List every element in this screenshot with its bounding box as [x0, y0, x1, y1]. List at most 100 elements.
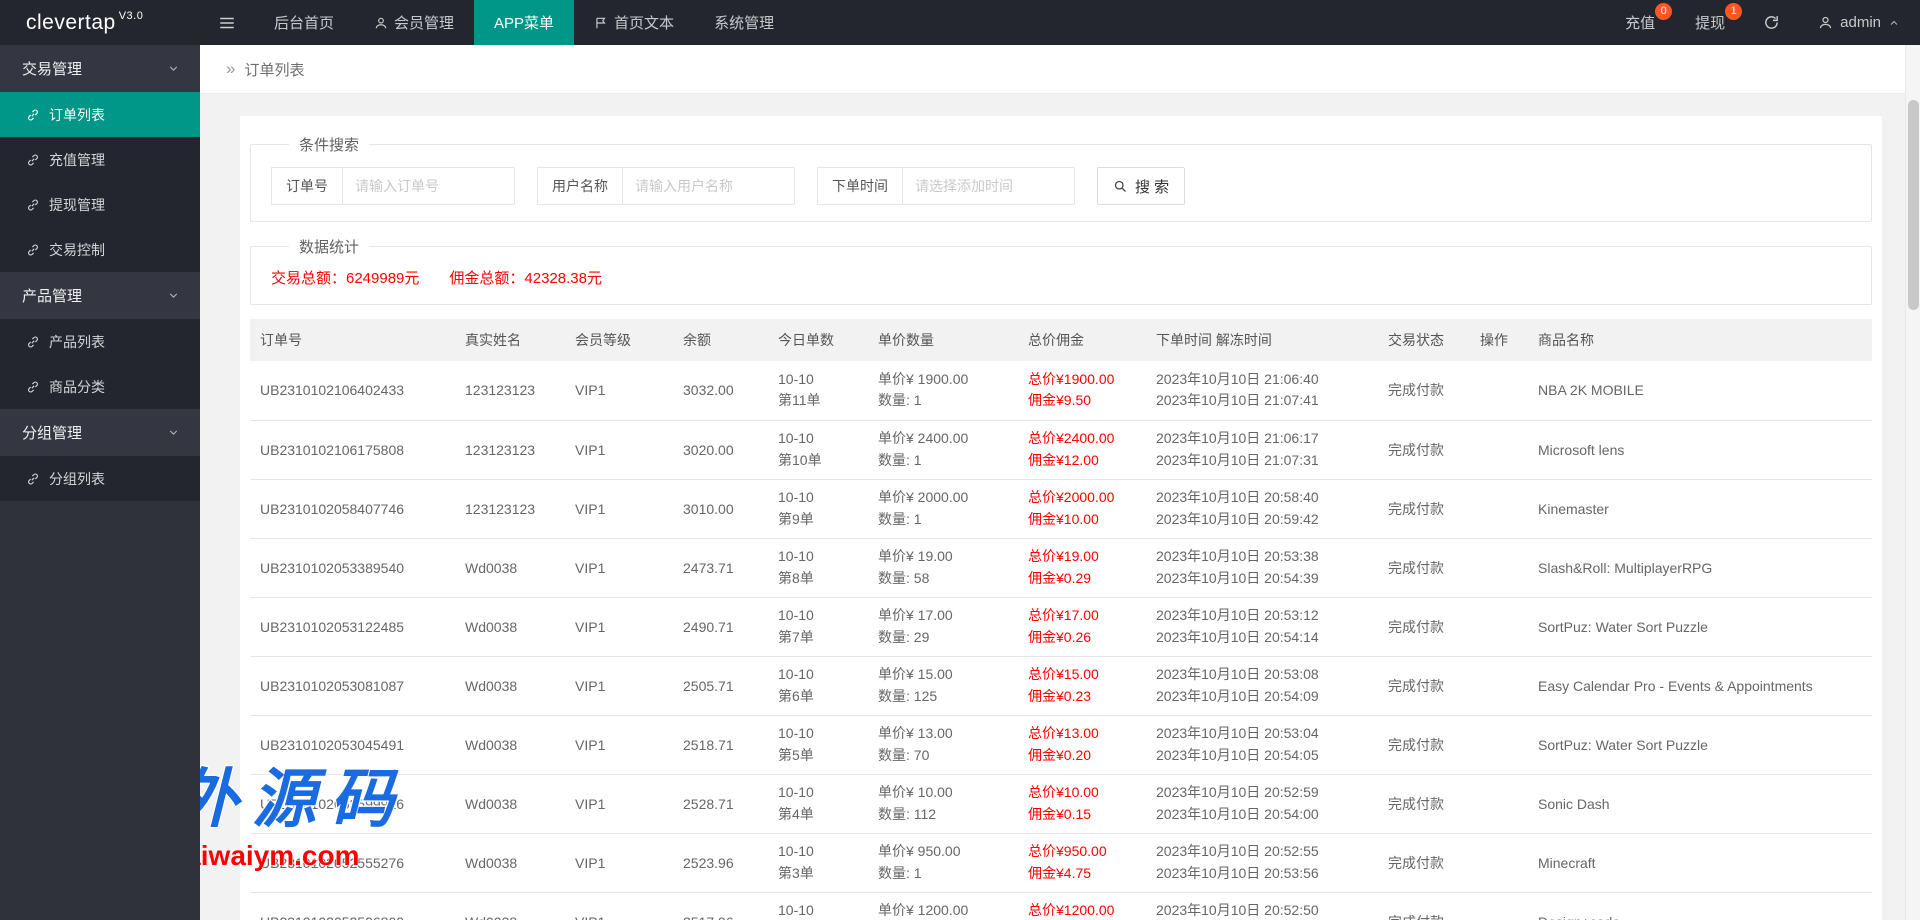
cell-today-orders: 10-10 第5单: [768, 715, 868, 774]
unit-price: 单价¥ 1900.00: [878, 369, 1008, 391]
sidebar-group-label: 交易管理: [22, 58, 82, 79]
hamburger-icon: [218, 14, 236, 32]
column-header-real-name: 真实姓名: [455, 319, 565, 361]
stats-row: 交易总额：6249989元 佣金总额：42328.38元: [271, 267, 1851, 288]
nav-item-system[interactable]: 系统管理: [694, 0, 794, 45]
sidebar-item-withdraw-mgmt[interactable]: 提现管理: [0, 182, 200, 227]
order-no-input[interactable]: [343, 167, 515, 205]
user-name-field: 用户名称: [537, 167, 795, 205]
sidebar-item-recharge-mgmt[interactable]: 充值管理: [0, 137, 200, 182]
scrollbar[interactable]: [1905, 45, 1920, 920]
link-icon: [26, 198, 40, 212]
cell-product: Slash&Roll: MultiplayerRPG: [1528, 538, 1872, 597]
cell-unit-qty: 单价¥ 19.00 数量: 58: [868, 538, 1018, 597]
cell-order-no: UB2310102053122485: [250, 597, 455, 656]
top-nav: 后台首页 会员管理 APP菜单 首页文本 系统管理: [254, 0, 794, 45]
sidebar-item-order-list[interactable]: 订单列表: [0, 92, 200, 137]
sidebar-item-group-list[interactable]: 分组列表: [0, 456, 200, 501]
cell-actions: [1470, 774, 1528, 833]
total-price: 总价¥13.00: [1028, 723, 1136, 745]
commission: 佣金¥0.15: [1028, 804, 1136, 826]
user-menu[interactable]: admin: [1798, 0, 1920, 45]
unit-price: 单价¥ 17.00: [878, 605, 1008, 627]
breadcrumb-current: 订单列表: [244, 59, 304, 80]
cell-balance: 3010.00: [673, 479, 768, 538]
cell-real-name: Wd0038: [455, 892, 565, 920]
cell-unit-qty: 单价¥ 1200.00 数量: 1: [868, 892, 1018, 920]
sidebar-item-goods-category[interactable]: 商品分类: [0, 364, 200, 409]
cell-actions: [1470, 597, 1528, 656]
total-price: 总价¥19.00: [1028, 546, 1136, 568]
table-row: UB2310102106175808 123123123 VIP1 3020.0…: [250, 420, 1872, 479]
sidebar-group-product[interactable]: 产品管理: [0, 272, 200, 319]
content: 条件搜索 订单号 用户名称 下单时间: [200, 94, 1920, 920]
total-price: 总价¥1900.00: [1028, 369, 1136, 391]
cell-product: Easy Calendar Pro - Events & Appointment…: [1528, 656, 1872, 715]
sidebar-item-product-list[interactable]: 产品列表: [0, 319, 200, 364]
sidebar-item-label: 交易控制: [49, 240, 105, 260]
recharge-badge: 0: [1655, 3, 1672, 20]
sidebar-toggle-button[interactable]: [200, 0, 254, 45]
cell-product: Microsoft lens: [1528, 420, 1872, 479]
sidebar-group-label: 分组管理: [22, 422, 82, 443]
table-row: UB2310102106402433 123123123 VIP1 3032.0…: [250, 361, 1872, 420]
withdraw-button[interactable]: 提现 1: [1675, 0, 1745, 45]
stats-commission: 佣金总额：42328.38元: [449, 267, 602, 288]
chevron-up-icon: [1888, 17, 1900, 29]
search-button[interactable]: 搜 索: [1097, 167, 1185, 205]
cell-real-name: Wd0038: [455, 597, 565, 656]
link-icon: [26, 335, 40, 349]
order-time: 2023年10月10日 20:53:38: [1156, 546, 1368, 568]
total-price: 总价¥2400.00: [1028, 428, 1136, 450]
table-row: UB2310102053389540 Wd0038 VIP1 2473.71 1…: [250, 538, 1872, 597]
unfreeze-time: 2023年10月10日 20:54:39: [1156, 568, 1368, 590]
order-time: 2023年10月10日 20:52:50: [1156, 900, 1368, 920]
today-date: 10-10: [778, 546, 858, 568]
sidebar-item-label: 提现管理: [49, 195, 105, 215]
sidebar-group-grouping[interactable]: 分组管理: [0, 409, 200, 456]
today-seq: 第11单: [778, 390, 858, 412]
refresh-button[interactable]: [1745, 0, 1798, 45]
cell-vip-level: VIP1: [565, 656, 673, 715]
cell-times: 2023年10月10日 21:06:40 2023年10月10日 21:07:4…: [1146, 361, 1378, 420]
nav-item-app-menu[interactable]: APP菜单: [474, 0, 574, 45]
order-time: 2023年10月10日 20:58:40: [1156, 487, 1368, 509]
order-time-label: 下单时间: [817, 167, 903, 205]
nav-item-home[interactable]: 后台首页: [254, 0, 354, 45]
nav-item-home-text[interactable]: 首页文本: [574, 0, 694, 45]
sidebar-item-trade-control[interactable]: 交易控制: [0, 227, 200, 272]
sidebar-item-label: 订单列表: [49, 105, 105, 125]
orders-tbody: UB2310102106402433 123123123 VIP1 3032.0…: [250, 361, 1872, 920]
unfreeze-time: 2023年10月10日 20:59:42: [1156, 509, 1368, 531]
cell-order-no: UB2310102058407746: [250, 479, 455, 538]
cell-balance: 3020.00: [673, 420, 768, 479]
cell-real-name: Wd0038: [455, 715, 565, 774]
quantity: 数量: 1: [878, 863, 1008, 885]
quantity: 数量: 125: [878, 686, 1008, 708]
table-row: UB2310102053081087 Wd0038 VIP1 2505.71 1…: [250, 656, 1872, 715]
recharge-button[interactable]: 充值 0: [1605, 0, 1675, 45]
column-header-status: 交易状态: [1378, 319, 1470, 361]
header-right: 充值 0 提现 1 admin: [1605, 0, 1920, 45]
today-seq: 第10单: [778, 450, 858, 472]
cell-today-orders: 10-10 第2单: [768, 892, 868, 920]
total-price: 总价¥2000.00: [1028, 487, 1136, 509]
scrollbar-thumb[interactable]: [1908, 100, 1919, 310]
cell-total-commission: 总价¥17.00 佣金¥0.26: [1018, 597, 1146, 656]
cell-times: 2023年10月10日 20:53:12 2023年10月10日 20:54:1…: [1146, 597, 1378, 656]
refresh-icon: [1763, 14, 1780, 31]
commission: 佣金¥9.50: [1028, 390, 1136, 412]
nav-item-members[interactable]: 会员管理: [354, 0, 474, 45]
order-time: 2023年10月10日 20:52:59: [1156, 782, 1368, 804]
today-date: 10-10: [778, 841, 858, 863]
cell-today-orders: 10-10 第6单: [768, 656, 868, 715]
cell-today-orders: 10-10 第8单: [768, 538, 868, 597]
stats-legend: 数据统计: [289, 236, 369, 257]
cell-times: 2023年10月10日 21:06:17 2023年10月10日 21:07:3…: [1146, 420, 1378, 479]
cell-balance: 2518.71: [673, 715, 768, 774]
sidebar-group-trade[interactable]: 交易管理: [0, 45, 200, 92]
cell-balance: 2490.71: [673, 597, 768, 656]
order-time-input[interactable]: [903, 167, 1075, 205]
cell-today-orders: 10-10 第3单: [768, 833, 868, 892]
user-name-input[interactable]: [623, 167, 795, 205]
